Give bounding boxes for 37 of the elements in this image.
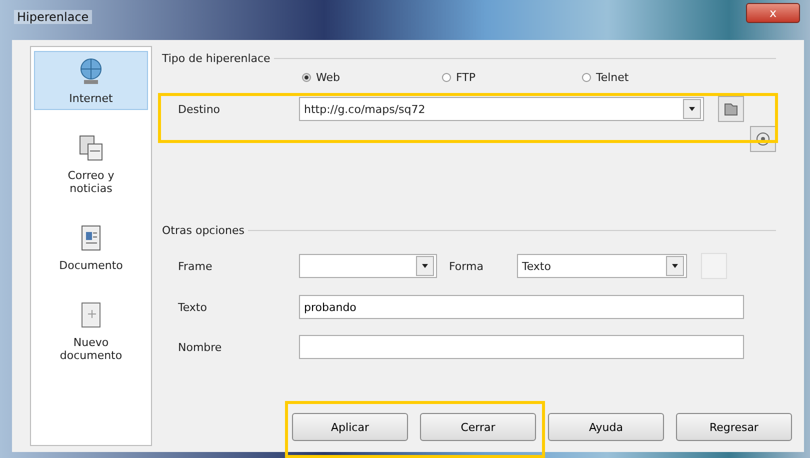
radio-button[interactable]	[582, 73, 591, 82]
radio-option[interactable]: Web	[302, 71, 442, 84]
radio-option[interactable]: Telnet	[582, 71, 722, 84]
section-heading: Otras opciones	[162, 224, 244, 237]
dialog-button[interactable]: Aplicar	[292, 413, 408, 441]
frame-combobox[interactable]	[299, 254, 437, 278]
form-combobox[interactable]: Texto	[517, 254, 687, 278]
dialog-button[interactable]: Ayuda	[548, 413, 664, 441]
window-title: Hiperenlace	[14, 10, 92, 24]
folder-icon	[723, 101, 739, 117]
field-label: Frame	[177, 260, 214, 272]
sidebar-item[interactable]: Internet	[34, 51, 148, 110]
dialog-button[interactable]: Regresar	[676, 413, 792, 441]
field-label: Nombre	[177, 340, 223, 354]
dropdown-arrow-icon	[421, 262, 429, 270]
sidebar-item[interactable]: Correo y noticias	[34, 128, 148, 200]
field-label: Texto	[177, 300, 208, 314]
radio-label: FTP	[456, 71, 476, 84]
dropdown-arrow-icon	[688, 105, 696, 113]
radio-button[interactable]	[302, 73, 311, 82]
section-heading: Tipo de hiperenlace	[162, 52, 270, 65]
dropdown-arrow-icon	[671, 262, 679, 270]
browse-button[interactable]	[718, 96, 744, 122]
field-label: Forma	[448, 260, 484, 272]
radio-button[interactable]	[442, 73, 451, 82]
field-label: Destino	[177, 102, 222, 116]
name-field[interactable]	[299, 335, 744, 359]
radio-label: Web	[316, 71, 340, 84]
sidebar-item[interactable]: Nuevo documento	[34, 295, 148, 367]
sidebar-item[interactable]: Documento	[34, 218, 148, 277]
close-button[interactable]: x	[746, 3, 800, 23]
target-icon	[755, 131, 771, 147]
radio-option[interactable]: FTP	[442, 71, 582, 84]
radio-label: Telnet	[596, 71, 629, 84]
dialog-button[interactable]: Cerrar	[420, 413, 536, 441]
url-combobox[interactable]: http://g.co/maps/sq72	[299, 97, 704, 121]
text-field[interactable]: probando	[299, 295, 744, 319]
